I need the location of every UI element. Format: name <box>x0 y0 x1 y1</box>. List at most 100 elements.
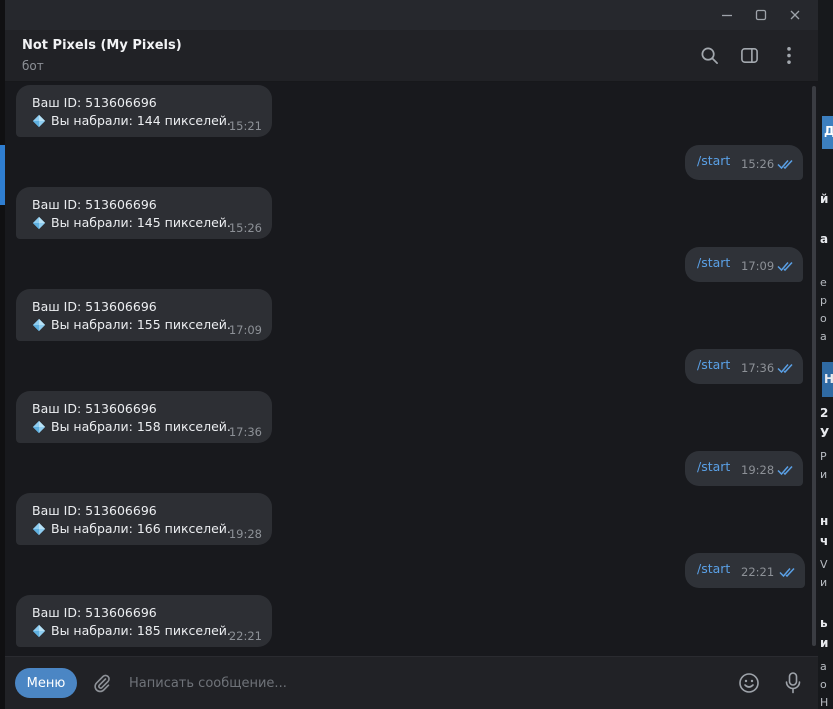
maximize-icon <box>755 9 767 21</box>
more-button[interactable] <box>778 45 800 67</box>
chat-info[interactable]: Not Pixels (My Pixels) бот <box>22 38 698 73</box>
sidebar-toggle-button[interactable] <box>738 45 760 67</box>
diamond-emoji-icon <box>32 114 46 127</box>
incoming-message[interactable]: Ваш ID: 513606696 Вы набрали: 145 пиксел… <box>16 187 272 239</box>
message-score-text: Вы набрали: 144 пикселей. <box>51 113 231 128</box>
bg-fragment: и <box>820 576 828 589</box>
attach-button[interactable] <box>91 672 113 694</box>
desktop: Д й а е р о а Н 2 У Р и н ч V и ь и а о … <box>0 0 833 709</box>
microphone-icon <box>785 672 801 694</box>
bg-fragment: Н <box>824 372 833 386</box>
double-check-icon <box>777 465 793 476</box>
double-check-icon <box>777 261 793 272</box>
message-time: 22:21 <box>228 629 262 643</box>
message-time: 15:21 <box>228 119 262 133</box>
search-button[interactable] <box>698 45 720 67</box>
command-link[interactable]: /start <box>697 459 730 474</box>
chat-header: Not Pixels (My Pixels) бот <box>5 30 818 82</box>
message-score-text: Вы набрали: 185 пикселей. <box>51 623 231 638</box>
bg-fragment: н <box>820 514 829 528</box>
message-score-text: Вы набрали: 158 пикселей. <box>51 419 231 434</box>
double-check-icon <box>777 363 793 374</box>
incoming-message[interactable]: Ваш ID: 513606696 Вы набрали: 158 пиксел… <box>16 391 272 443</box>
outgoing-message[interactable]: /start 17:36 <box>685 349 803 384</box>
bg-fragment: е <box>820 276 827 289</box>
bg-fragment: 2 <box>820 406 829 420</box>
message-id-text: Ваш ID: 513606696 <box>32 299 157 314</box>
message-time: 22:21 <box>741 565 775 579</box>
message-scrollbar[interactable] <box>812 86 816 646</box>
voice-button[interactable] <box>780 670 806 696</box>
bg-fragment: и <box>820 636 829 650</box>
incoming-message[interactable]: Ваш ID: 513606696 Вы набрали: 144 пиксел… <box>16 85 272 137</box>
diamond-emoji-icon <box>32 420 46 433</box>
bg-fragment: V <box>820 558 828 571</box>
message-score-line: Вы набрали: 158 пикселей. <box>32 419 231 434</box>
bg-fragment: Н <box>820 696 829 709</box>
command-link[interactable]: /start <box>697 255 730 270</box>
message-score-text: Вы набрали: 145 пикселей. <box>51 215 231 230</box>
bg-fragment: о <box>820 678 827 691</box>
message-score-line: Вы набрали: 145 пикселей. <box>32 215 231 230</box>
bg-fragment: Д <box>824 124 833 138</box>
more-vertical-icon <box>787 47 791 64</box>
message-list[interactable]: Ваш ID: 513606696 Вы набрали: 144 пиксел… <box>5 82 818 656</box>
bg-fragment: а <box>820 660 827 673</box>
bot-menu-button[interactable]: Меню <box>15 668 77 698</box>
emoji-icon <box>739 673 759 693</box>
message-score-text: Вы набрали: 166 пикселей. <box>51 521 231 536</box>
bg-fragment: й <box>820 192 829 206</box>
message-id-text: Ваш ID: 513606696 <box>32 197 157 212</box>
composer-bar: Меню <box>5 656 818 709</box>
paperclip-icon <box>94 674 110 693</box>
message-id-text: Ваш ID: 513606696 <box>32 605 157 620</box>
command-link[interactable]: /start <box>697 561 730 576</box>
title-bar <box>5 0 818 30</box>
telegram-window: Not Pixels (My Pixels) бот Ваш ID: 51360… <box>5 0 818 709</box>
message-id-text: Ваш ID: 513606696 <box>32 95 157 110</box>
incoming-message[interactable]: Ваш ID: 513606696 Вы набрали: 166 пиксел… <box>16 493 272 545</box>
message-score-line: Вы набрали: 185 пикселей. <box>32 623 231 638</box>
message-score-line: Вы набрали: 166 пикселей. <box>32 521 231 536</box>
header-actions <box>698 45 800 67</box>
bg-fragment: р <box>820 294 827 307</box>
search-icon <box>701 47 718 64</box>
message-time: 15:26 <box>741 157 775 171</box>
sidebar-toggle-icon <box>740 48 758 63</box>
bg-fragment: ь <box>820 616 828 630</box>
outgoing-message[interactable]: /start 15:26 <box>685 145 803 180</box>
close-icon <box>790 10 800 20</box>
outgoing-message[interactable]: /start 17:09 <box>685 247 803 282</box>
chat-title: Not Pixels (My Pixels) <box>22 38 182 53</box>
maximize-button[interactable] <box>744 0 778 30</box>
message-score-line: Вы набрали: 144 пикселей. <box>32 113 231 128</box>
message-input[interactable] <box>129 668 718 698</box>
incoming-message[interactable]: Ваш ID: 513606696 Вы набрали: 155 пиксел… <box>16 289 272 341</box>
message-time: 17:36 <box>228 425 262 439</box>
double-check-icon <box>779 567 795 578</box>
message-id-text: Ваш ID: 513606696 <box>32 401 157 416</box>
command-link[interactable]: /start <box>697 153 730 168</box>
command-link[interactable]: /start <box>697 357 730 372</box>
chat-subtitle: бот <box>22 59 44 73</box>
bg-fragment: и <box>820 468 828 481</box>
message-time: 17:09 <box>741 259 775 273</box>
incoming-message[interactable]: Ваш ID: 513606696 Вы набрали: 185 пиксел… <box>16 595 272 647</box>
outgoing-message[interactable]: /start 19:28 <box>685 451 803 486</box>
message-score-line: Вы набрали: 155 пикселей. <box>32 317 231 332</box>
diamond-emoji-icon <box>32 624 46 637</box>
minimize-icon <box>722 14 732 17</box>
message-time: 17:36 <box>741 361 775 375</box>
minimize-button[interactable] <box>710 0 744 30</box>
outgoing-message[interactable]: /start 22:21 <box>685 553 805 588</box>
message-time: 17:09 <box>228 323 262 337</box>
bg-fragment: Р <box>820 450 827 463</box>
message-time: 15:26 <box>228 221 262 235</box>
message-id-text: Ваш ID: 513606696 <box>32 503 157 518</box>
close-button[interactable] <box>778 0 812 30</box>
bg-fragment: У <box>820 426 830 440</box>
message-score-text: Вы набрали: 155 пикселей. <box>51 317 231 332</box>
diamond-emoji-icon <box>32 522 46 535</box>
emoji-button[interactable] <box>736 670 762 696</box>
bg-fragment: о <box>820 312 827 325</box>
